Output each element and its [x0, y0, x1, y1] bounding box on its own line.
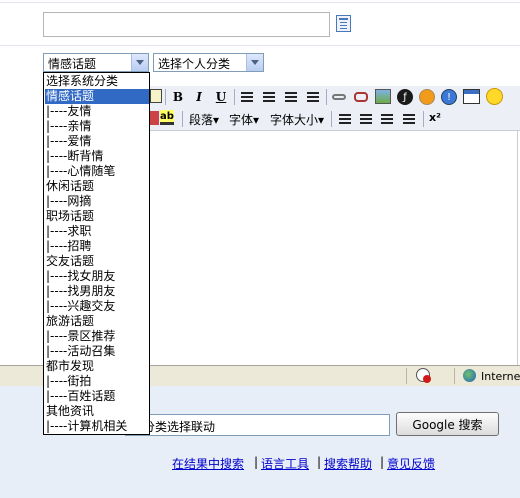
title-input[interactable] — [43, 12, 330, 37]
dropdown-option[interactable]: |----亲情 — [45, 119, 149, 134]
font-size-dropdown[interactable]: 字体大小▾ — [270, 111, 324, 128]
flash-icon[interactable]: ƒ — [397, 89, 413, 105]
link-separator: | — [317, 455, 322, 469]
align-right-icon[interactable] — [285, 92, 297, 102]
system-category-dropdown-list[interactable]: 选择系统分类 情感话题 |----友情 |----亲情 |----爱情 |----断背情 |… — [43, 72, 150, 435]
window-icon[interactable] — [463, 89, 480, 104]
system-category-select[interactable]: 情感话题 — [43, 53, 149, 72]
divider — [0, 2, 520, 3]
align-center-icon[interactable] — [263, 92, 275, 102]
dropdown-option[interactable]: 都市发现 — [45, 359, 149, 374]
dropdown-option[interactable]: 职场话题 — [45, 209, 149, 224]
align-left-icon[interactable] — [241, 92, 253, 102]
status-divider — [454, 368, 455, 384]
toolbar-separator — [165, 89, 166, 105]
toolbar-separator — [331, 111, 332, 127]
highlight-button[interactable]: ab — [160, 110, 174, 125]
italic-button[interactable]: I — [191, 89, 207, 105]
dropdown-option[interactable]: 选择系统分类 — [45, 74, 149, 89]
personal-category-value: 选择个人分类 — [158, 57, 231, 71]
bullet-list-icon[interactable] — [360, 114, 372, 124]
media-play-icon[interactable] — [419, 89, 435, 105]
font-dropdown[interactable]: 字体▾ — [229, 111, 259, 128]
google-search-button[interactable]: Google 搜索 — [396, 412, 499, 436]
dropdown-option[interactable]: |----兴趣交友 — [45, 299, 149, 314]
status-divider — [406, 368, 407, 384]
calendar-icon[interactable] — [336, 15, 351, 32]
bold-button[interactable]: B — [170, 89, 186, 105]
dropdown-option[interactable]: 情感话题 — [45, 89, 149, 104]
indent-icon[interactable] — [403, 114, 415, 124]
dropdown-option[interactable]: |----友情 — [45, 104, 149, 119]
dropdown-option[interactable]: |----街拍 — [45, 374, 149, 389]
numbered-list-icon[interactable] — [339, 114, 351, 124]
dropdown-option[interactable]: 其他资讯 — [45, 404, 149, 419]
image-icon[interactable] — [375, 89, 391, 104]
dropdown-option[interactable]: 旅游话题 — [45, 314, 149, 329]
divider — [0, 45, 520, 46]
language-tools-link[interactable]: 语言工具 — [261, 455, 309, 472]
paragraph-dropdown[interactable]: 段落▾ — [189, 111, 219, 128]
link-separator: | — [254, 455, 259, 469]
paste-icon[interactable] — [150, 89, 162, 103]
security-zone-label: Internet — [481, 370, 520, 383]
chevron-down-icon[interactable] — [246, 54, 263, 71]
dropdown-option[interactable]: |----爱情 — [45, 134, 149, 149]
globe-icon — [463, 369, 476, 382]
dropdown-option[interactable]: |----景区推荐 — [45, 329, 149, 344]
dropdown-option[interactable]: |----网摘 — [45, 194, 149, 209]
unlink-icon[interactable] — [354, 92, 368, 102]
text-color-icon[interactable] — [150, 111, 159, 125]
search-input[interactable]: og分类选择联动 — [125, 414, 390, 436]
info-icon[interactable]: ! — [441, 89, 457, 105]
dropdown-option[interactable]: |----找男朋友 — [45, 284, 149, 299]
toolbar-separator — [234, 89, 235, 105]
blocked-icon — [423, 375, 431, 383]
toolbar-separator — [182, 111, 183, 127]
feedback-link[interactable]: 意见反馈 — [387, 455, 435, 472]
underline-button[interactable]: U — [213, 89, 229, 105]
outdent-icon[interactable] — [381, 114, 393, 124]
dropdown-option[interactable]: |----断背情 — [45, 149, 149, 164]
dropdown-option[interactable]: |----计算机相关 — [45, 419, 149, 434]
link-icon[interactable] — [332, 94, 346, 100]
system-category-value: 情感话题 — [48, 57, 97, 71]
dropdown-option[interactable]: |----求职 — [45, 224, 149, 239]
superscript-button[interactable]: x² — [429, 111, 441, 124]
editor-content-area[interactable] — [149, 131, 518, 365]
dropdown-option[interactable]: |----活动召集 — [45, 344, 149, 359]
dropdown-option[interactable]: |----招聘 — [45, 239, 149, 254]
dropdown-option[interactable]: |----百姓话题 — [45, 389, 149, 404]
chevron-down-icon[interactable] — [131, 54, 148, 71]
personal-category-select[interactable]: 选择个人分类 — [153, 53, 264, 72]
dropdown-option[interactable]: |----找女朋友 — [45, 269, 149, 284]
search-within-results-link[interactable]: 在结果中搜索 — [172, 455, 244, 472]
dropdown-option[interactable]: 交友话题 — [45, 254, 149, 269]
search-help-link[interactable]: 搜索帮助 — [324, 455, 372, 472]
align-justify-icon[interactable] — [307, 92, 319, 102]
smiley-icon[interactable] — [486, 88, 503, 105]
toolbar-separator — [326, 89, 327, 105]
dropdown-option[interactable]: 休闲话题 — [45, 179, 149, 194]
link-separator: | — [380, 455, 385, 469]
dropdown-option[interactable]: |----心情随笔 — [45, 164, 149, 179]
toolbar-separator — [423, 111, 424, 127]
